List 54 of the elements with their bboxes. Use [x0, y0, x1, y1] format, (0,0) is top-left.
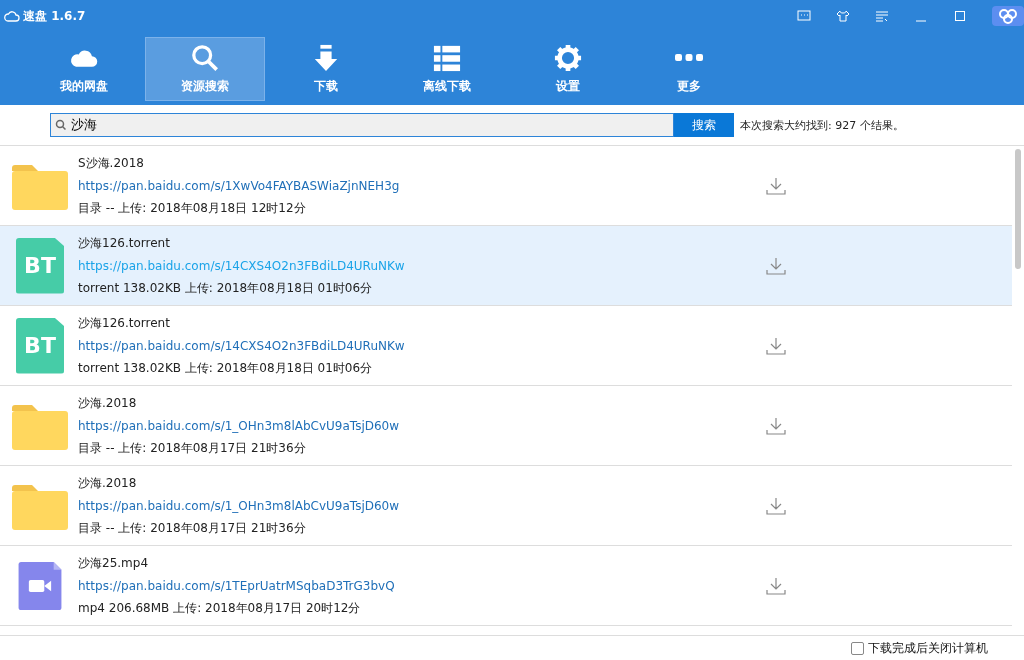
nav-tab[interactable]: 离线下载	[387, 37, 507, 101]
message-icon[interactable]	[797, 10, 811, 22]
share-link[interactable]: https://pan.baidu.com/s/1XwVo4FAYBASWiaZjnNEH3g	[78, 178, 758, 193]
search-icon	[55, 119, 67, 131]
file-meta: 目录 -- 上传: 2018年08月18日 12时12分	[78, 199, 307, 217]
file-name: 沙海126.torrent	[78, 234, 171, 252]
file-name: 沙海.2018	[78, 474, 138, 492]
search-icon	[190, 43, 220, 72]
download-icon[interactable]	[766, 256, 786, 275]
search-button[interactable]: 搜索	[674, 113, 734, 137]
share-link[interactable]: https://pan.baidu.com/s/1_OHn3m8lAbCvU9aTsjD60w	[78, 418, 758, 433]
torrent-file-icon: BT	[16, 237, 64, 294]
result-row[interactable]: BT 沙海126.torrent https://pan.baidu.com/s/14CXS4O2n3FBdiLD4URuNKw torrent 138.02KB 上传: 2018年08月18日 01时06分	[0, 306, 1012, 386]
download-icon[interactable]	[766, 496, 786, 515]
result-row[interactable]: 沙海25.mp4 https://pan.baidu.com/s/1TEprUatrMSqbaD3TrG3bvQ mp4 206.68MB 上传: 2018年08月17日 20时12分	[0, 546, 1012, 626]
file-name: 沙海25.mp4	[78, 554, 150, 572]
shirt-icon[interactable]	[836, 10, 850, 22]
search-field[interactable]: 沙海	[50, 113, 674, 137]
list-icon	[432, 43, 462, 72]
share-link[interactable]: https://pan.baidu.com/s/1TEprUatrMSqbaD3TrG3bvQ	[78, 578, 758, 593]
menu-icon[interactable]	[875, 10, 889, 22]
maximize-icon[interactable]	[953, 10, 967, 22]
result-row[interactable]: 沙海.2018 https://pan.baidu.com/s/1_OHn3m8lAbCvU9aTsjD60w 目录 -- 上传: 2018年08月17日 21时36分	[0, 466, 1012, 546]
download-icon[interactable]	[766, 576, 786, 595]
result-row[interactable]: BT 沙海126.torrent https://pan.baidu.com/s/14CXS4O2n3FBdiLD4URuNKw torrent 138.02KB 上传: 2018年08月18日 01时06分	[0, 226, 1012, 306]
gear-icon	[553, 43, 583, 72]
result-count: 本次搜索大约找到: 927 个结果。	[740, 117, 904, 133]
download-icon[interactable]	[766, 336, 786, 355]
more-icon	[675, 53, 703, 61]
file-name: 沙海126.torrent	[78, 314, 171, 332]
file-meta: torrent 138.02KB 上传: 2018年08月18日 01时06分	[78, 279, 374, 297]
nav-tab[interactable]: 下载	[266, 37, 386, 101]
share-link[interactable]: https://pan.baidu.com/s/14CXS4O2n3FBdiLD4URuNKw	[78, 338, 758, 353]
file-meta: torrent 138.02KB 上传: 2018年08月18日 01时06分	[78, 359, 374, 377]
nav-tab[interactable]: 更多	[629, 37, 749, 101]
download-icon[interactable]	[766, 416, 786, 435]
file-name: S沙海.2018	[78, 154, 145, 172]
download-icon[interactable]	[766, 176, 786, 195]
share-link[interactable]: https://pan.baidu.com/s/1_OHn3m8lAbCvU9aTsjD60w	[78, 498, 758, 513]
file-meta: 目录 -- 上传: 2018年08月17日 21时36分	[78, 439, 307, 457]
cloud-icon	[4, 10, 20, 22]
file-meta: mp4 206.68MB 上传: 2018年08月17日 20时12分	[78, 599, 362, 617]
baidu-badge-icon[interactable]	[992, 6, 1024, 26]
checkbox[interactable]	[851, 641, 864, 655]
nav-tab[interactable]: 我的网盘	[24, 37, 144, 101]
torrent-file-icon: BT	[16, 317, 64, 374]
nav-tab[interactable]: 设置	[508, 37, 628, 101]
window-title: 速盘 1.6.7	[23, 7, 86, 25]
nav-tab[interactable]: 资源搜索	[145, 37, 265, 101]
file-name: 沙海.2018	[78, 394, 138, 412]
scrollbar-thumb[interactable]	[1015, 149, 1021, 269]
result-row[interactable]: 沙海.2018 https://pan.baidu.com/s/1_OHn3m8lAbCvU9aTsjD60w 目录 -- 上传: 2018年08月17日 21时36分	[0, 386, 1012, 466]
file-meta: 目录 -- 上传: 2018年08月17日 21时36分	[78, 519, 307, 537]
shutdown-checkbox[interactable]: 下载完成后关闭计算机	[851, 639, 988, 657]
